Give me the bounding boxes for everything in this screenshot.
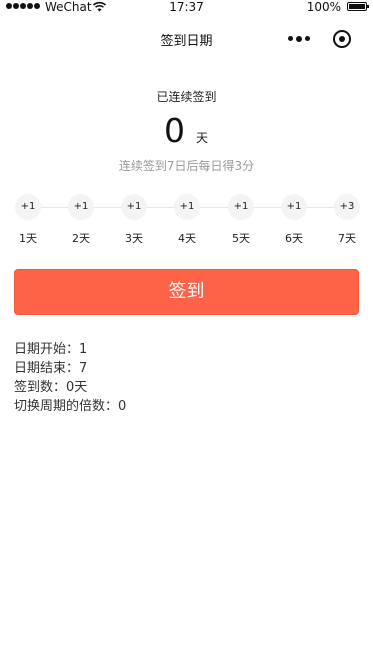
streak-label: 已连续签到 (156, 90, 217, 104)
more-menu-icon[interactable] (288, 35, 310, 42)
day-label: 6天 (285, 232, 303, 245)
day-points-badge: +1 (121, 194, 147, 220)
day-points-badge: +1 (15, 194, 41, 220)
date-end-text: 日期结束：7 (14, 361, 88, 376)
day-label: 7天 (338, 232, 356, 245)
checkin-info: 日期开始：1 日期结束：7 签到数：0天 切换周期的倍数：0 (14, 340, 126, 416)
bonus-rule-text: 连续签到7日后每日得3分 (118, 159, 255, 173)
status-bar: WeChat 17:37 100% (0, 0, 373, 14)
day-points-badge: +1 (68, 194, 94, 220)
day-item-6: +1 6天 (279, 194, 309, 246)
day-label: 1天 (19, 232, 37, 245)
day-item-5: +1 5天 (226, 194, 256, 246)
nav-bar: 签到日期 (0, 14, 373, 64)
cycle-multiplier-text: 切换周期的倍数：0 (14, 399, 127, 414)
day-points-badge: +1 (228, 194, 254, 220)
streak-count: 0 (164, 111, 185, 150)
streak-summary: 0 天 (0, 109, 373, 153)
day-item-3: +1 3天 (119, 194, 149, 246)
day-label: 3天 (125, 232, 143, 245)
day-points-badge: +1 (281, 194, 307, 220)
day-item-2: +1 2天 (66, 194, 96, 246)
page-title: 签到日期 (160, 34, 213, 49)
day-points-badge: +3 (334, 194, 360, 220)
checkin-count-text: 签到数：0天 (14, 380, 88, 395)
day-label: 4天 (178, 232, 196, 245)
close-miniprogram-icon[interactable] (333, 30, 351, 48)
day-item-1: +1 1天 (13, 194, 43, 246)
date-start-text: 日期开始：1 (14, 342, 88, 357)
streak-unit: 天 (196, 131, 209, 145)
day-label: 2天 (72, 232, 90, 245)
day-item-4: +1 4天 (172, 194, 202, 246)
battery-icon (347, 2, 369, 11)
screen: WeChat 17:37 100% 签到日期 已连续签到 0 天 连续签到7日后… (0, 0, 373, 662)
checkin-button[interactable]: 签到 (14, 269, 359, 315)
day-points-badge: +1 (174, 194, 200, 220)
day-item-7: +3 7天 (332, 194, 362, 246)
battery-percent: 100% (306, 0, 341, 14)
day-label: 5天 (232, 232, 250, 245)
